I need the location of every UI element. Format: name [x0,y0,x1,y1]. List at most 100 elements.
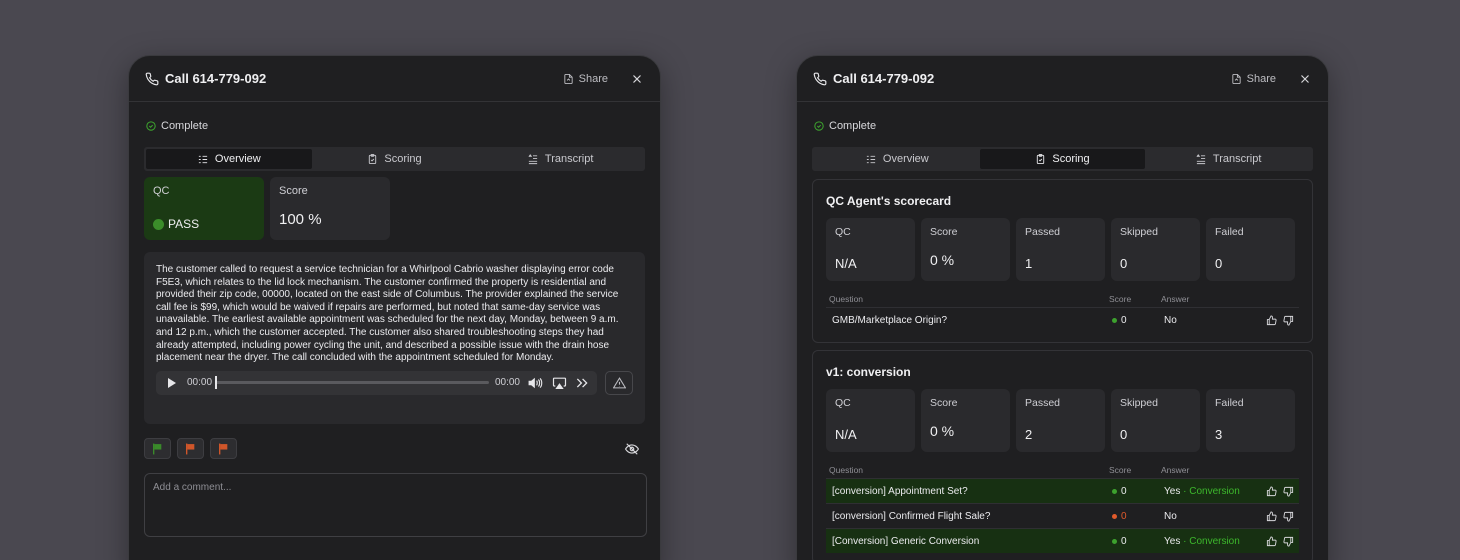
score-cell: 0 [1112,536,1164,547]
tab-label: Overview [214,153,261,165]
audio-player: 00:00 00:00 [156,370,597,395]
stat-qc: QC N/A [826,218,915,281]
answer-cell: Yes · Conversion [1164,536,1266,547]
stat-value: 1 [1025,256,1033,271]
warning-icon [612,376,626,389]
score-dot-icon [1112,317,1117,323]
tab-label: Transcript [1212,153,1262,165]
score-dot-icon [1112,488,1117,494]
share-label: Share [1246,72,1276,85]
thumbs-up-icon[interactable] [1266,485,1277,497]
thumbs-down-icon[interactable] [1283,511,1294,522]
col-answer: Answer [1161,294,1190,304]
thumbs-down-icon[interactable] [1283,536,1294,547]
col-answer: Answer [1161,465,1190,475]
flag-orange-button[interactable] [177,438,204,459]
tab-scoring[interactable]: Scoring [979,149,1146,169]
share-label: Share [578,72,608,85]
table-row: GMB/Marketplace Origin? 0 No [826,307,1299,332]
eye-off-icon[interactable] [625,442,639,455]
thumbs-up-icon[interactable] [1266,314,1277,326]
feedback-buttons [1266,510,1294,522]
score-cell: 0 [1112,486,1164,497]
stat-label: Score [930,397,958,409]
thumbs-down-icon[interactable] [1283,486,1294,497]
score-text: 0 [1121,485,1127,497]
call-summary: The customer called to request a service… [144,252,645,424]
flag-green-button[interactable] [144,438,171,459]
thumbs-up-icon[interactable] [1266,535,1277,547]
stat-label: QC [835,226,851,238]
feedback-buttons [1266,314,1294,326]
flag-orange-button-2[interactable] [210,438,237,459]
duration: 00:00 [494,377,520,389]
qc-result-card: QC PASS [144,177,264,240]
report-issue-button[interactable] [605,370,633,395]
file-icon [1232,73,1241,84]
answer-cell: No [1164,511,1266,522]
flag-icon [219,443,228,454]
score-text: 0 [1121,535,1127,547]
speed-icon[interactable] [575,377,589,389]
clipboard-icon [369,153,377,165]
answer-text: Yes [1164,535,1181,547]
stat-score: Score 0 % [921,389,1010,452]
tab-overview[interactable]: Overview [814,149,980,169]
volume-icon[interactable] [528,377,544,389]
status-label: Complete [161,119,209,132]
table-row: [Conversion] Generic Conversion 0 Yes · … [826,528,1299,553]
thumbs-down-icon[interactable] [1283,315,1294,326]
tab-transcript[interactable]: Transcript [477,149,643,169]
tab-label: Overview [882,153,929,165]
tab-scoring[interactable]: Scoring [312,149,478,169]
feedback-buttons [1266,485,1294,497]
stat-skipped: Skipped 0 [1111,389,1200,452]
feedback-buttons [1266,535,1294,547]
stat-value: N/A [835,427,857,442]
stat-skipped: Skipped 0 [1111,218,1200,281]
score-cell: 0 [1112,511,1164,522]
tab-overview[interactable]: Overview [146,149,312,169]
stat-qc: QC N/A [826,389,915,452]
score-card: Score 100 % [270,177,390,240]
tab-label: Transcript [544,153,594,165]
score-text: 0 [1121,510,1127,522]
check-circle-icon [146,120,156,131]
close-icon[interactable] [630,72,644,86]
stat-label: Skipped [1120,226,1158,238]
text-icon [1196,153,1206,164]
share-button[interactable]: Share [563,73,608,85]
seek-bar[interactable] [215,376,489,390]
tab-bar: Overview Scoring Transcript [812,147,1313,171]
stat-value: 2 [1025,427,1033,442]
tab-transcript[interactable]: Transcript [1145,149,1311,169]
airplay-icon[interactable] [552,377,567,389]
play-icon[interactable] [168,377,176,388]
thumbs-up-icon[interactable] [1266,510,1277,522]
call-panel-scoring: Call 614-779-092 Share Complete Overview… [796,55,1329,560]
text-icon [528,153,538,164]
close-icon[interactable] [1298,72,1312,86]
stat-value: 0 [1120,256,1128,271]
seek-thumb[interactable] [215,376,218,390]
stat-value: 0 [1120,427,1128,442]
stat-value: 0 % [930,423,955,439]
share-button[interactable]: Share [1231,73,1276,85]
call-title: Call 614-779-092 [833,71,935,86]
file-icon [564,73,573,84]
answer-tag: · Conversion [1183,535,1240,547]
phone-icon [813,72,827,86]
stat-value: 0 [1215,256,1223,271]
col-question: Question [829,465,864,475]
scorecard-stats: QC N/A Score 0 % Passed 1 Skipped 0 Failed 0 [826,218,1299,281]
scorecard: QC Agent's scorecard QC N/A Score 0 % Pass… [812,179,1313,343]
score-text: 0 [1121,314,1127,326]
stat-label: Passed [1025,226,1061,238]
comment-field[interactable] [144,473,647,537]
list-icon [198,155,208,163]
answer-cell: No [1164,315,1266,326]
tab-bar: Overview Scoring Transcript [144,147,645,171]
col-score: Score [1109,465,1132,475]
scorecard: v1: conversion QC N/A Score 0 % Passed 2 Sk… [812,350,1313,560]
answer-text: No [1164,314,1177,326]
